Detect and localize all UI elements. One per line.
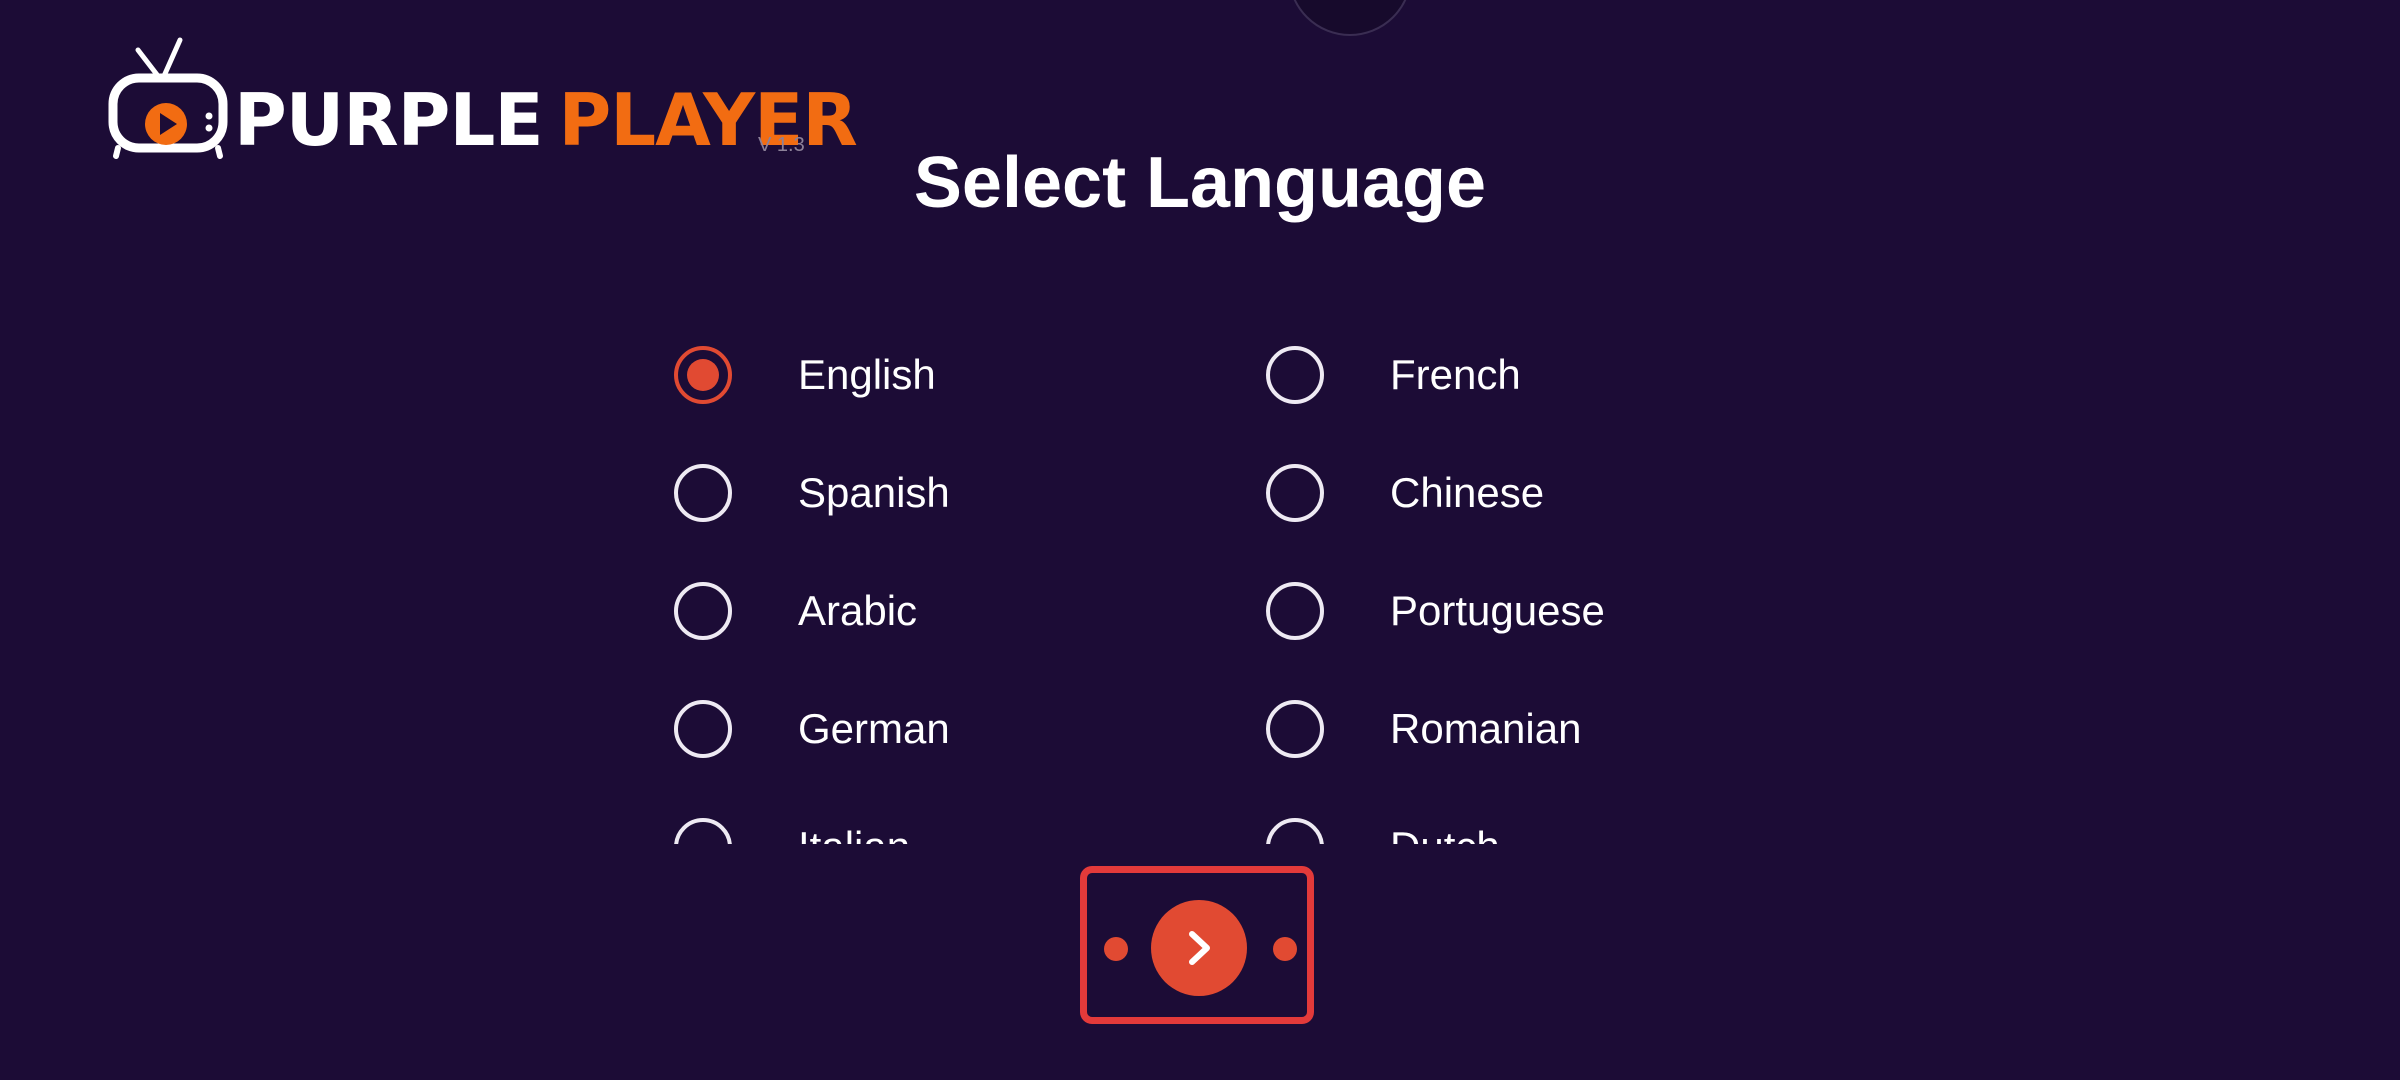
radio-unselected-icon[interactable] [1266,700,1324,758]
language-label: Portuguese [1390,587,1605,634]
language-label: Romanian [1390,705,1582,752]
pager-dot-left [1104,937,1128,961]
language-option-french[interactable]: French [1252,316,1760,434]
pager-dot-right [1273,937,1297,961]
language-option-dutch[interactable]: Dutch [1252,788,1760,844]
language-grid: English French Spanish Chinese Arabic Po… [660,300,1760,844]
language-option-romanian[interactable]: Romanian [1252,670,1760,788]
language-label: English [798,351,936,398]
radio-unselected-icon[interactable] [1266,346,1324,404]
radio-unselected-icon[interactable] [1266,464,1324,522]
language-list[interactable]: English French Spanish Chinese Arabic Po… [660,300,1760,844]
language-label: French [1390,351,1521,398]
next-button[interactable] [1151,900,1247,996]
radio-unselected-icon[interactable] [674,700,732,758]
radio-unselected-icon[interactable] [1266,818,1324,844]
radio-unselected-icon[interactable] [674,818,732,844]
language-label: Spanish [798,469,950,516]
language-label: Dutch [1390,823,1500,844]
language-option-german[interactable]: German [660,670,1252,788]
radio-unselected-icon[interactable] [1266,582,1324,640]
language-option-italian[interactable]: Italian [660,788,1252,844]
language-option-portuguese[interactable]: Portuguese [1252,552,1760,670]
language-option-chinese[interactable]: Chinese [1252,434,1760,552]
language-label: Italian [798,823,910,844]
language-option-spanish[interactable]: Spanish [660,434,1252,552]
language-label: Chinese [1390,469,1545,516]
language-label: German [798,705,950,752]
radio-unselected-icon[interactable] [674,582,732,640]
language-selection-screen: PURPLE PLAYER V 1.3 Select Language Engli… [0,0,2400,1080]
chevron-right-icon [1189,931,1210,965]
language-option-english[interactable]: English [660,316,1252,434]
language-option-arabic[interactable]: Arabic [660,552,1252,670]
camera-notch [1288,0,1412,36]
radio-unselected-icon[interactable] [674,464,732,522]
page-title: Select Language [913,143,1487,223]
language-label: Arabic [798,587,918,634]
next-button-focus-frame [1080,866,1314,1024]
radio-selected-icon[interactable] [674,346,732,404]
